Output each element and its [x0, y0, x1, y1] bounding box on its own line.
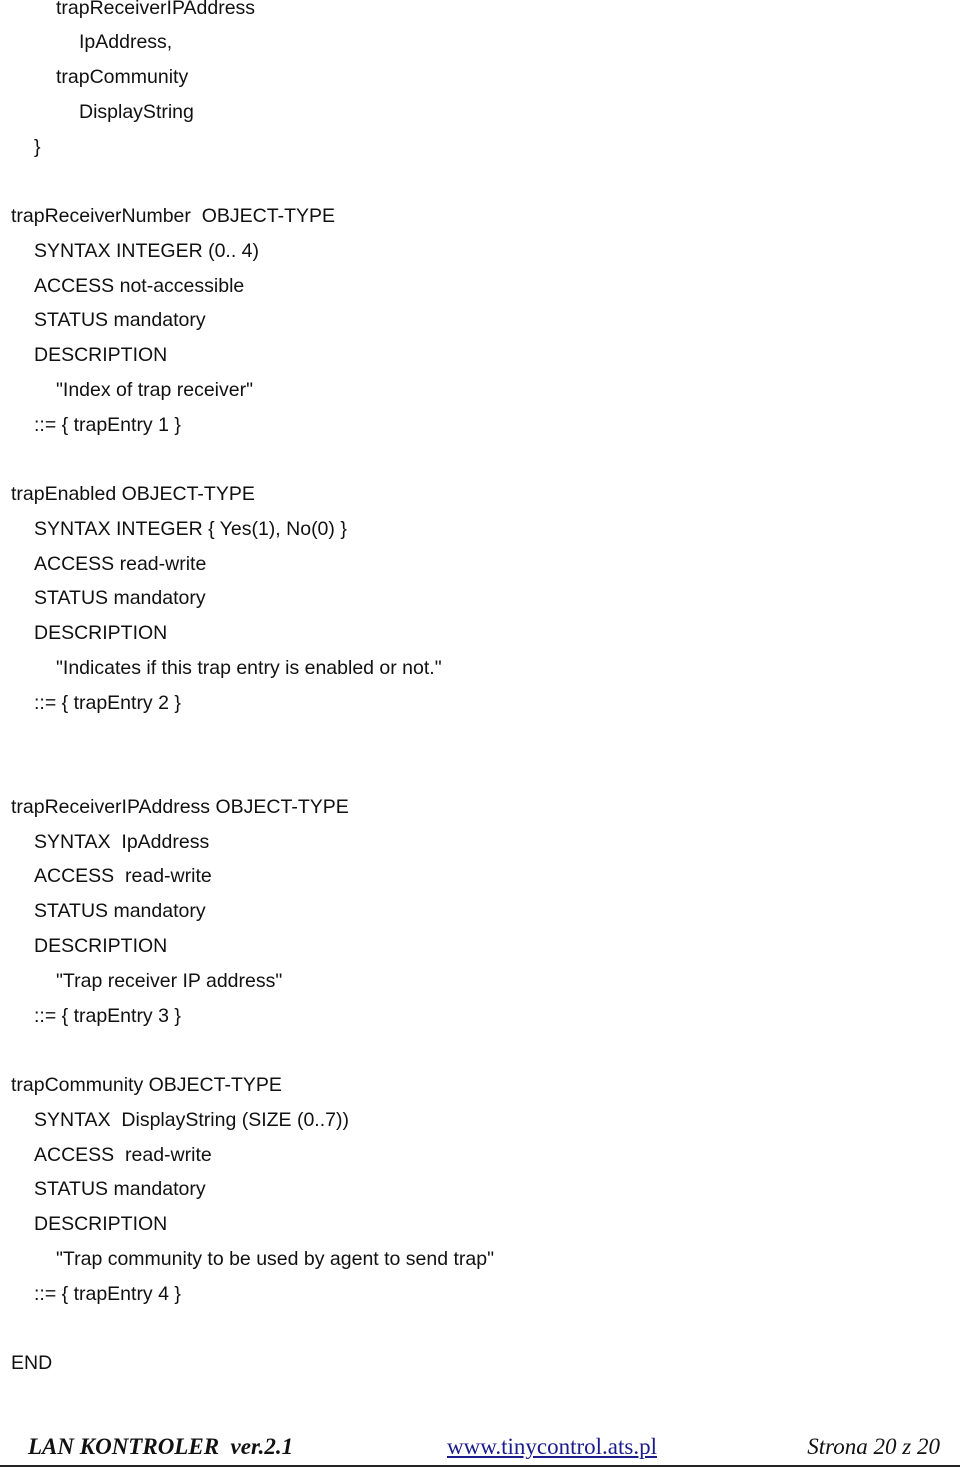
mib-description: "Trap receiver IP address" — [56, 970, 283, 992]
mib-line: ACCESS read-write — [34, 865, 212, 887]
mib-line: ::= { trapEntry 1 } — [34, 414, 181, 436]
end-keyword: END — [11, 1352, 53, 1374]
mib-line: DisplayString — [79, 101, 194, 123]
mib-line: SYNTAX INTEGER { Yes(1), No(0) } — [34, 518, 347, 540]
mib-line: IpAddress, — [79, 31, 173, 53]
mib-line: SYNTAX DisplayString (SIZE (0..7)) — [34, 1109, 349, 1131]
mib-line: trapReceiverIPAddress — [56, 0, 256, 19]
mib-description: "Index of trap receiver" — [56, 379, 254, 401]
object-type-header: trapCommunity OBJECT-TYPE — [11, 1074, 282, 1096]
mib-line: ACCESS read-write — [34, 1144, 212, 1166]
mib-line: DESCRIPTION — [34, 935, 168, 957]
mib-line: SYNTAX IpAddress — [34, 831, 210, 853]
mib-line: trapCommunity — [56, 66, 189, 88]
mib-line: ::= { trapEntry 4 } — [34, 1283, 181, 1305]
mib-line: STATUS mandatory — [34, 309, 206, 331]
closing-brace: } — [34, 136, 41, 158]
footer-website-link[interactable]: www.tinycontrol.ats.pl — [447, 1434, 657, 1460]
mib-line: SYNTAX INTEGER (0.. 4) — [34, 240, 260, 262]
footer-product-name: LAN KONTROLER ver.2.1 — [28, 1434, 294, 1459]
object-type-header: trapReceiverNumber OBJECT-TYPE — [11, 205, 336, 227]
footer-page-number: Strona 20 z 20 — [807, 1434, 940, 1459]
page-footer: LAN KONTROLER ver.2.1 www.tinycontrol.at… — [0, 1430, 960, 1470]
mib-line: ACCESS not-accessible — [34, 275, 245, 297]
mib-line: STATUS mandatory — [34, 587, 206, 609]
footer-divider — [0, 1465, 960, 1467]
mib-description: "Indicates if this trap entry is enabled… — [56, 657, 442, 679]
object-type-header: trapEnabled OBJECT-TYPE — [11, 483, 255, 505]
mib-line: STATUS mandatory — [34, 900, 206, 922]
mib-line: DESCRIPTION — [34, 344, 168, 366]
mib-description: "Trap community to be used by agent to s… — [56, 1248, 495, 1270]
mib-line: ACCESS read-write — [34, 553, 207, 575]
mib-line: ::= { trapEntry 3 } — [34, 1005, 181, 1027]
mib-line: STATUS mandatory — [34, 1178, 206, 1200]
mib-line: DESCRIPTION — [34, 1213, 168, 1235]
mib-line: ::= { trapEntry 2 } — [34, 692, 181, 714]
mib-line: DESCRIPTION — [34, 622, 168, 644]
object-type-header: trapReceiverIPAddress OBJECT-TYPE — [11, 796, 349, 818]
